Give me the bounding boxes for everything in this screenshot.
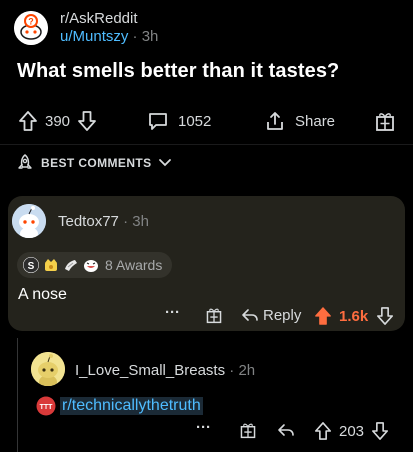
- reply-age: 2h: [238, 362, 256, 379]
- give-award-button[interactable]: [205, 306, 223, 324]
- award-silver-icon: S: [23, 257, 39, 273]
- meta-separator: ·: [229, 362, 235, 379]
- more-options-button[interactable]: ···: [165, 304, 180, 321]
- reply-label: Reply: [263, 306, 302, 324]
- comment-vote-count: 1.6k: [339, 307, 369, 325]
- post-action-bar: 390 1052 Share: [0, 104, 413, 140]
- gift-icon: [374, 110, 396, 132]
- subreddit-avatar[interactable]: ?: [14, 11, 48, 45]
- svg-text:TTT: TTT: [40, 404, 54, 411]
- comment-age: 3h: [132, 213, 149, 230]
- comment-meta: Tedtox77 · 3h: [58, 213, 149, 230]
- post-vote-count: 390: [45, 112, 71, 130]
- share-button[interactable]: Share: [264, 110, 335, 132]
- awards-count: 8 Awards: [105, 257, 163, 273]
- reply-arrow-icon: [242, 309, 258, 321]
- subreddit-ttt-icon: TTT: [36, 396, 56, 416]
- commenter-avatar[interactable]: [12, 204, 46, 238]
- svg-text:S: S: [28, 261, 35, 272]
- comment-vote-group: 1.6k: [314, 306, 394, 326]
- sort-label: BEST COMMENTS: [41, 156, 152, 170]
- comment-body: A nose: [18, 286, 67, 303]
- award-crown-icon: [43, 257, 59, 273]
- reply-vote-group: 203: [314, 421, 389, 441]
- reply-meta: I_Love_Small_Breasts · 2h: [75, 362, 255, 379]
- share-icon: [264, 110, 286, 132]
- comments-button[interactable]: 1052: [147, 110, 211, 132]
- downvote-icon[interactable]: [371, 421, 389, 441]
- reply-button[interactable]: Reply: [241, 306, 301, 324]
- upvote-icon[interactable]: [314, 421, 332, 441]
- comment-bubble-icon: [147, 110, 169, 132]
- post-title[interactable]: What smells better than it tastes?: [17, 60, 339, 83]
- awards-bar[interactable]: S 8 Awards: [17, 252, 173, 278]
- snoo-avatar-icon: [31, 352, 65, 386]
- gift-icon: [240, 423, 256, 439]
- downvote-icon[interactable]: [77, 110, 97, 132]
- give-award-button[interactable]: [374, 110, 396, 132]
- post-age: 3h: [141, 28, 159, 45]
- meta-separator: ·: [123, 213, 129, 230]
- section-divider: [0, 144, 413, 145]
- subreddit-link[interactable]: r/technicallythetruth: [60, 397, 203, 415]
- give-award-button[interactable]: [239, 421, 257, 439]
- comment-count: 1052: [178, 112, 212, 130]
- award-laughing-icon: [83, 257, 99, 273]
- more-options-button[interactable]: ···: [196, 419, 211, 436]
- gift-icon: [206, 308, 222, 324]
- subreddit-name[interactable]: r/AskReddit: [60, 10, 158, 28]
- askreddit-snoo-icon: ?: [14, 11, 48, 45]
- upvote-filled-icon[interactable]: [314, 306, 332, 326]
- svg-text:?: ?: [28, 17, 34, 27]
- chevron-down-icon: [158, 158, 172, 168]
- comment-author[interactable]: Tedtox77: [58, 213, 119, 230]
- reply-vote-count: 203: [339, 422, 365, 440]
- reply-actions: ··· 203: [0, 419, 413, 445]
- downvote-icon[interactable]: [376, 306, 394, 326]
- meta-separator: ·: [132, 28, 138, 45]
- comment-card: Tedtox77 · 3h S 8 Awards A nose ··· Repl…: [8, 196, 405, 331]
- snoo-avatar-icon: [12, 204, 46, 238]
- reply-author-avatar[interactable]: [31, 352, 65, 386]
- reply-arrow-icon: [278, 424, 294, 436]
- rocket-icon: [15, 153, 35, 173]
- award-hands-icon: [63, 257, 79, 273]
- reply-author[interactable]: I_Love_Small_Breasts: [75, 362, 225, 379]
- post-author[interactable]: u/Muntszy: [60, 28, 128, 45]
- post-vote-group: 390: [18, 110, 97, 132]
- upvote-icon[interactable]: [18, 110, 38, 132]
- reply-body: TTT r/technicallythetruth: [36, 396, 203, 416]
- comment-sort-dropdown[interactable]: BEST COMMENTS: [15, 153, 172, 173]
- comment-actions: ··· Reply 1.6k: [8, 304, 405, 332]
- reply-button[interactable]: [277, 421, 295, 439]
- share-label: Share: [295, 112, 336, 130]
- post-meta: u/Muntszy · 3h: [60, 28, 158, 46]
- post-header: ? r/AskReddit u/Muntszy · 3h: [14, 8, 158, 48]
